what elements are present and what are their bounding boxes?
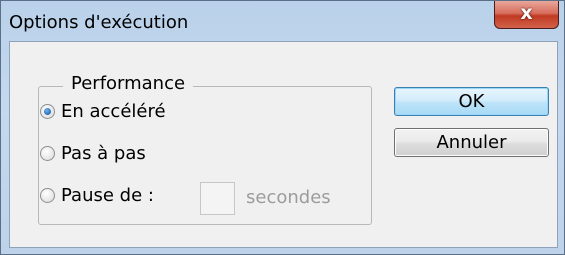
performance-legend: Performance bbox=[63, 73, 194, 94]
seconds-label: secondes bbox=[246, 187, 331, 208]
close-icon: x bbox=[520, 2, 533, 24]
dialog-window: Options d'exécution x Performance En acc… bbox=[0, 0, 565, 255]
window-title: Options d'exécution bbox=[9, 12, 189, 33]
radio-button-icon[interactable] bbox=[40, 146, 55, 161]
ok-button[interactable]: OK bbox=[394, 87, 549, 116]
radio-pas-a-pas[interactable]: Pas à pas bbox=[40, 143, 146, 164]
radio-label-pas-a-pas: Pas à pas bbox=[61, 143, 146, 164]
radio-button-icon[interactable] bbox=[40, 188, 55, 203]
radio-button-checked-icon[interactable] bbox=[40, 104, 55, 119]
dialog-client-area: Performance En accéléré Pas à pas Pause … bbox=[9, 41, 558, 248]
cancel-button[interactable]: Annuler bbox=[394, 128, 549, 157]
close-button[interactable]: x bbox=[494, 1, 559, 29]
radio-en-accelere[interactable]: En accéléré bbox=[40, 101, 166, 122]
radio-pause-de[interactable]: Pause de : bbox=[40, 185, 154, 206]
radio-label-en-accelere: En accéléré bbox=[61, 101, 166, 122]
pause-seconds-input[interactable] bbox=[200, 182, 235, 215]
title-bar[interactable]: Options d'exécution x bbox=[1, 1, 564, 41]
radio-label-pause-de: Pause de : bbox=[61, 185, 154, 206]
